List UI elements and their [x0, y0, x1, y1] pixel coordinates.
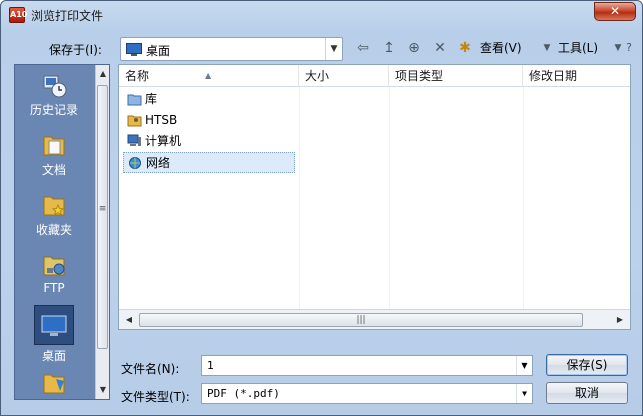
- file-dialog: A10 浏览打印文件 ✕ 保存于(I): 桌面 ▼ ⇦ ↥ ⊕ ✕ ✱ 查看(V…: [0, 0, 643, 416]
- file-row-htsb[interactable]: HTSB: [119, 110, 630, 131]
- place-label: 收藏夹: [35, 223, 72, 237]
- view-menu-button[interactable]: 查看(V): [480, 39, 522, 56]
- documents-folder-icon: [43, 136, 65, 156]
- place-label: 文档: [41, 163, 66, 177]
- chevron-down-icon[interactable]: ▼: [516, 384, 532, 403]
- places-bar: 历史记录 文档 收藏夹 FTP 桌面 ▲ ≡ ▼: [14, 64, 110, 400]
- sort-ascending-icon: ▲: [205, 71, 212, 80]
- location-dropdown[interactable]: 桌面 ▼: [120, 37, 343, 61]
- file-list[interactable]: 名称 ▲ 大小 项目类型 修改日期 库 HTSB 计算机 网络 ◀ ||| ▶: [118, 64, 631, 330]
- desktop-icon: [126, 43, 142, 56]
- file-type-select[interactable]: PDF (*.pdf) ▼: [201, 383, 533, 404]
- file-name-cell: HTSB: [123, 110, 295, 131]
- scroll-up-arrow[interactable]: ▲: [96, 67, 110, 81]
- network-icon: [129, 157, 141, 169]
- column-label: 名称: [125, 69, 150, 83]
- file-name-cell: 计算机: [123, 131, 295, 152]
- history-icon: [43, 75, 67, 98]
- help-icon: ?: [626, 41, 632, 54]
- cancel-button[interactable]: 取消: [546, 382, 628, 404]
- scroll-down-arrow[interactable]: ▼: [96, 383, 110, 397]
- folder-icon: [43, 374, 65, 394]
- place-label: FTP: [43, 281, 65, 295]
- computer-icon: [127, 134, 141, 146]
- column-size[interactable]: 大小: [299, 65, 389, 87]
- file-row-library[interactable]: 库: [119, 89, 630, 110]
- file-name-cell: 库: [123, 89, 295, 110]
- tools-menu-button[interactable]: 工具(L): [558, 39, 598, 56]
- close-button[interactable]: ✕: [594, 2, 636, 21]
- file-row-network[interactable]: 网络: [119, 152, 630, 173]
- up-folder-button[interactable]: ↥: [379, 39, 399, 57]
- back-arrow-icon: ⇦: [357, 40, 369, 56]
- place-more[interactable]: [15, 369, 93, 397]
- library-icon: [127, 94, 142, 106]
- place-label: 历史记录: [29, 103, 78, 117]
- place-documents[interactable]: 文档: [15, 131, 93, 178]
- file-row-computer[interactable]: 计算机: [119, 131, 630, 152]
- file-name: 计算机: [145, 134, 182, 148]
- window-title: 浏览打印文件: [31, 9, 104, 23]
- up-folder-icon: ↥: [383, 40, 395, 56]
- chevron-down-icon[interactable]: ▼: [325, 38, 342, 60]
- scroll-left-arrow[interactable]: ◀: [122, 313, 136, 327]
- column-header-row: 名称 ▲ 大小 项目类型 修改日期: [119, 65, 630, 87]
- user-folder-icon: [127, 115, 142, 127]
- file-type-value: PDF (*.pdf): [207, 387, 280, 400]
- place-label: 桌面: [41, 349, 66, 363]
- save-button[interactable]: 保存(S): [546, 354, 628, 376]
- search-icon: ⊕: [408, 40, 420, 56]
- file-name: 库: [145, 92, 158, 106]
- file-type-label: 文件类型(T):: [121, 390, 190, 404]
- new-folder-button[interactable]: ✱: [455, 39, 475, 57]
- file-name: 网络: [146, 156, 171, 170]
- column-modified[interactable]: 修改日期: [523, 65, 630, 87]
- ftp-folder-icon: [43, 256, 65, 276]
- column-name[interactable]: 名称 ▲: [119, 65, 299, 87]
- favorites-folder-icon: [43, 196, 65, 216]
- delete-icon: ✕: [434, 40, 446, 56]
- search-web-button[interactable]: ⊕: [404, 39, 424, 57]
- file-name-input[interactable]: 1 ▼: [201, 355, 533, 376]
- scroll-right-arrow[interactable]: ▶: [613, 313, 627, 327]
- title-bar: A10 浏览打印文件 ✕: [1, 1, 642, 29]
- app-logo-icon: A10: [9, 7, 27, 23]
- new-folder-icon: ✱: [459, 40, 471, 56]
- desktop-icon: [41, 315, 67, 336]
- horizontal-scrollbar[interactable]: ◀ ||| ▶: [119, 309, 630, 329]
- save-in-label: 保存于(I):: [49, 43, 102, 57]
- selected-highlight: [34, 305, 74, 345]
- back-button[interactable]: ⇦: [353, 39, 373, 57]
- view-dropdown-arrow[interactable]: ▼: [537, 39, 557, 57]
- file-name-label: 文件名(N):: [121, 362, 180, 376]
- scroll-thumb[interactable]: ≡: [97, 85, 108, 349]
- places-scrollbar[interactable]: ▲ ≡ ▼: [95, 65, 109, 399]
- place-favorites[interactable]: 收藏夹: [15, 191, 93, 238]
- file-name-value: 1: [207, 359, 214, 372]
- chevron-down-icon[interactable]: ▼: [516, 356, 532, 375]
- column-type[interactable]: 项目类型: [389, 65, 523, 87]
- help-button[interactable]: ?: [621, 39, 637, 57]
- scroll-thumb[interactable]: |||: [139, 313, 583, 327]
- place-history[interactable]: 历史记录: [15, 71, 93, 118]
- delete-button[interactable]: ✕: [430, 39, 450, 57]
- file-name-cell: 网络: [123, 152, 295, 173]
- file-name: HTSB: [145, 113, 178, 127]
- location-value: 桌面: [146, 44, 171, 58]
- place-desktop[interactable]: 桌面: [15, 305, 93, 364]
- place-ftp[interactable]: FTP: [15, 251, 93, 295]
